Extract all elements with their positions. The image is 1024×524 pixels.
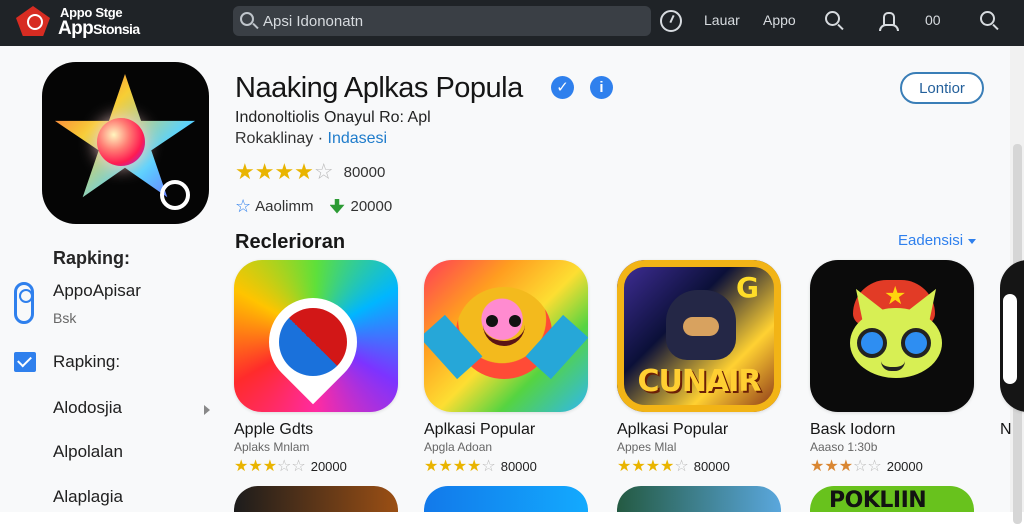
app-card[interactable]: G CUNAIR Aplkasi Popular Appes Mlal ★★★★…: [617, 260, 787, 475]
partial-card-title: N: [1000, 421, 1012, 438]
app-card[interactable]: Aplkasi Popular Apgla Adoan ★★★★☆ 80000: [424, 260, 594, 475]
next-row-app-icon[interactable]: [424, 486, 588, 512]
top-link-appo[interactable]: Appo: [763, 12, 796, 28]
card-subtitle: Aaaso 1:30b: [810, 440, 878, 454]
search-icon-glyph: [980, 11, 995, 26]
sidebar-item-alodosjia[interactable]: Alodosjia: [53, 398, 122, 418]
game-g-mark: G: [736, 271, 759, 304]
rating-count: 80000: [693, 459, 730, 474]
rating-stars-icon: ★★★☆☆: [234, 458, 306, 475]
next-row-app-icon[interactable]: [234, 486, 398, 512]
outline-star-icon: ☆: [235, 195, 252, 216]
eye-icon: [857, 328, 887, 358]
sidebar-item-appoapisar[interactable]: AppoApisar: [53, 281, 141, 301]
rating-count: 80000: [343, 163, 386, 181]
logo-line-two-main: App: [58, 18, 94, 39]
category-link[interactable]: Indasesi: [328, 130, 388, 147]
empty-star-icon: ☆: [313, 159, 334, 184]
card-rating: ★★★☆☆ 20000: [234, 456, 404, 476]
sidebar-item-rapking[interactable]: Rapking:: [53, 352, 120, 372]
sidebar-item-alpolalan[interactable]: Alpolalan: [53, 442, 123, 462]
featured-app-subtitle: Indonoltiolis Onayul Ro: Apl: [235, 109, 431, 126]
card-title[interactable]: Apple Gdts: [234, 421, 404, 439]
history-icon[interactable]: [660, 10, 682, 32]
card-rating: ★★★★☆ 80000: [617, 456, 787, 476]
category-label: Rokaklinay: [235, 130, 314, 147]
bird-game-icon[interactable]: [424, 260, 588, 412]
card-subtitle: Apgla Adoan: [424, 440, 493, 454]
eye-icon: [901, 328, 931, 358]
logo-line-two-small: Stonsia: [93, 21, 140, 37]
search-field[interactable]: [233, 6, 651, 36]
partial-app-icon[interactable]: [1000, 260, 1024, 412]
map-app-icon[interactable]: [234, 260, 398, 412]
meta-count: 20000: [350, 197, 393, 215]
info-badge-icon: i: [590, 76, 613, 99]
mail-icon: [14, 352, 36, 372]
card-rating: ★★★☆☆ 20000: [810, 456, 980, 476]
verified-badge-icon: ✓: [551, 76, 574, 99]
featured-meta-row: ☆ Aaolimm 20000: [235, 195, 392, 217]
sidebar-item-alaplagia[interactable]: Alaplagia: [53, 487, 123, 507]
category-separator: ·: [317, 130, 328, 147]
app-card[interactable]: Apple Gdts Aplaks Mnlam ★★★☆☆ 20000: [234, 260, 404, 475]
rating-count: 20000: [310, 459, 347, 474]
search-icon[interactable]: [823, 10, 845, 32]
map-pin-icon: [250, 279, 376, 405]
rating-count: 80000: [500, 459, 537, 474]
meta-label: Aaolimm: [255, 197, 314, 215]
monster-game-icon[interactable]: [810, 260, 974, 412]
wing-icon: [424, 314, 483, 380]
mouth-icon: [483, 324, 525, 346]
download-icon: [329, 198, 345, 214]
card-subtitle: Aplaks Mnlam: [234, 440, 310, 454]
card-title[interactable]: Aplkasi Popular: [424, 421, 594, 439]
sidebar-subitem-bsk[interactable]: Bsk: [53, 310, 76, 326]
toggle-icon[interactable]: [14, 282, 34, 324]
partial-app-card[interactable]: N: [1000, 260, 1024, 465]
top-link-lauar[interactable]: Lauar: [704, 12, 740, 28]
account-icon[interactable]: [876, 10, 899, 32]
featured-app-title: Naaking Aplkas Popula: [235, 72, 523, 104]
wing-icon: [525, 314, 588, 380]
ninja-character-icon: [666, 290, 736, 360]
game-logo-text: CUNAIR: [637, 364, 762, 399]
featured-app-icon[interactable]: [42, 62, 209, 224]
app-store-logo-icon: [16, 6, 50, 36]
next-row-app-icon[interactable]: [617, 486, 781, 512]
recommendations-title: Reclerioran: [235, 231, 346, 253]
top-navigation-bar: Appo Stge AppStonsia Lauar Appo 00: [0, 0, 1024, 46]
card-rating: ★★★★☆ 80000: [424, 456, 594, 476]
see-more-link[interactable]: Eadensisi: [898, 232, 977, 249]
rating-stars-icon: ★★★★☆: [235, 159, 334, 184]
search-icon[interactable]: [978, 10, 1000, 32]
app-store-logo[interactable]: Appo Stge AppStonsia: [16, 4, 156, 42]
card-subtitle: Appes Mlal: [617, 440, 677, 454]
sidebar-title: Rapking:: [53, 248, 131, 268]
overflow-menu-label[interactable]: 00: [925, 12, 941, 28]
app-card[interactable]: Bask Iodorn Aaaso 1:30b ★★★☆☆ 20000: [810, 260, 980, 475]
featured-rating-row: ★★★★☆ 80000: [235, 159, 386, 184]
bird-character-icon: [424, 287, 588, 380]
card-title[interactable]: Bask Iodorn: [810, 421, 980, 439]
rating-stars-icon: ★★★★☆: [424, 458, 496, 475]
rating-stars-icon: ★★★☆☆: [810, 458, 882, 475]
adventure-game-icon[interactable]: G CUNAIR: [617, 260, 781, 412]
glowing-orb-icon: [97, 118, 145, 166]
ring-icon: [160, 180, 190, 210]
rating-count: 20000: [886, 459, 923, 474]
logo-line-two: AppStonsia: [58, 18, 140, 40]
search-icon-glyph: [825, 11, 840, 26]
follow-button[interactable]: Lontior: [900, 72, 984, 104]
search-icon: [240, 12, 254, 26]
search-input[interactable]: [263, 9, 633, 33]
card-title[interactable]: Aplkasi Popular: [617, 421, 787, 439]
category-line: Rokaklinay · Indasesi: [235, 130, 387, 148]
bottom-card-text: POKLIIN: [829, 488, 927, 513]
rating-stars-icon: ★★★★☆: [617, 458, 689, 475]
chevron-right-icon[interactable]: [204, 405, 210, 415]
